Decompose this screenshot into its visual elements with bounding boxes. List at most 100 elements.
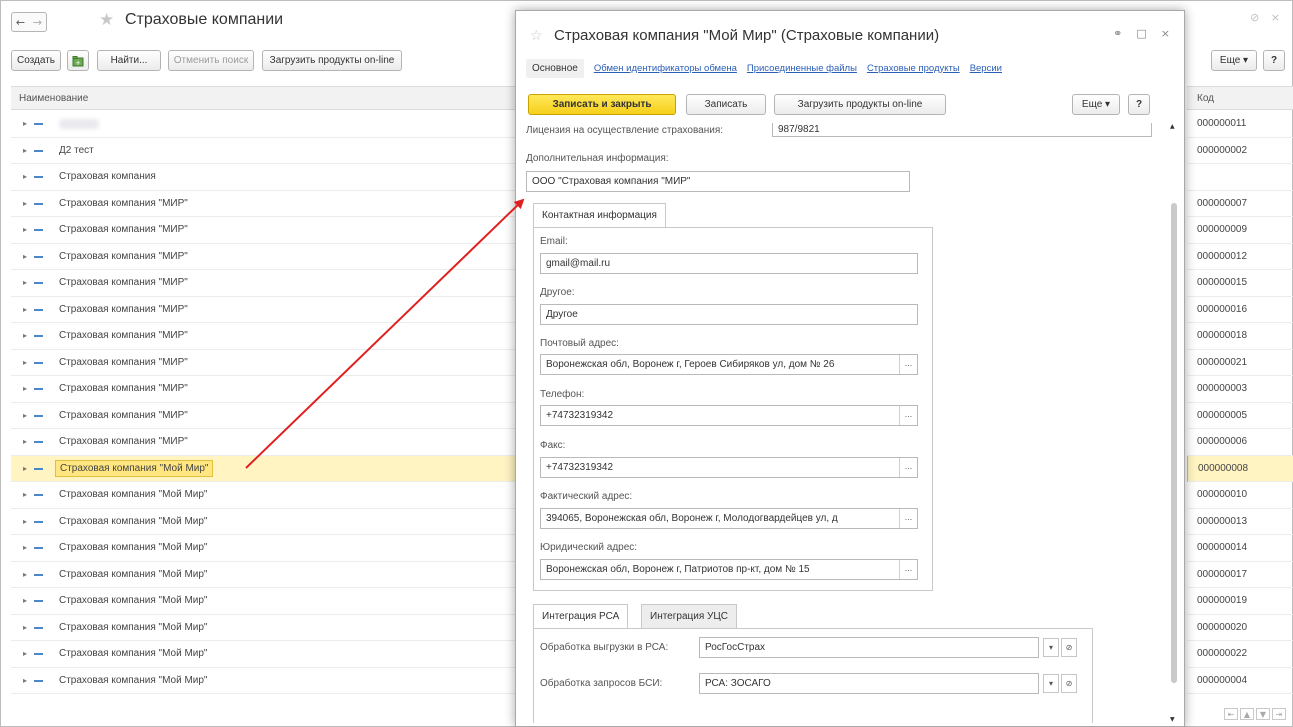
phone-field[interactable]: +74732319342 ... xyxy=(540,405,918,426)
actual-address-field[interactable]: 394065, Воронежская обл, Воронеж г, Моло… xyxy=(540,508,918,529)
other-field[interactable]: Другое xyxy=(540,304,918,325)
tab-insurance-products[interactable]: Страховые продукты xyxy=(867,63,960,74)
find-button[interactable]: Найти... xyxy=(97,50,161,71)
table-row[interactable]: ▸ Страховая компания "МИР" xyxy=(11,403,516,429)
additional-info-field[interactable]: ООО "Страховая компания "МИР" xyxy=(526,171,910,192)
save-and-close-button[interactable]: Записать и закрыть xyxy=(528,94,676,115)
form-scrollbar[interactable]: ▲ ▼ xyxy=(1169,123,1179,723)
expand-arrow-icon[interactable]: ▸ xyxy=(23,623,27,632)
legal-address-field[interactable]: Воронежская обл, Воронеж г, Патриотов пр… xyxy=(540,559,918,580)
table-row[interactable]: ▸ Страховая компания "Мой Мир" xyxy=(11,455,516,482)
scroll-down-icon[interactable]: ▼ xyxy=(1170,716,1175,723)
more-button[interactable]: Еще ▾ xyxy=(1211,50,1257,71)
scroll-first-icon[interactable]: ⇤ xyxy=(1224,708,1238,720)
back-arrow-icon[interactable]: ← xyxy=(16,16,25,29)
expand-arrow-icon[interactable]: ▸ xyxy=(23,305,27,314)
tab-integration-ucs[interactable]: Интеграция УЦС xyxy=(641,604,737,628)
load-products-online-button[interactable]: Загрузить продукты on-line xyxy=(262,50,402,71)
expand-arrow-icon[interactable]: ▸ xyxy=(23,146,27,155)
code-cell[interactable]: 000000013 xyxy=(1187,509,1293,535)
bsi-requests-field[interactable]: РСА: ЗОСАГО xyxy=(699,673,1039,694)
code-cell[interactable] xyxy=(1187,164,1293,191)
load-products-online-button[interactable]: Загрузить продукты on-line xyxy=(774,94,946,115)
expand-arrow-icon[interactable]: ▸ xyxy=(23,252,27,261)
code-cell[interactable]: 000000005 xyxy=(1187,403,1293,429)
table-row[interactable]: ▸ Страховая компания "Мой Мир" xyxy=(11,562,516,588)
code-cell[interactable]: 000000021 xyxy=(1187,350,1293,376)
license-field[interactable]: 987/9821 xyxy=(772,123,1152,137)
expand-arrow-icon[interactable]: ▸ xyxy=(23,384,27,393)
expand-arrow-icon[interactable]: ▸ xyxy=(23,358,27,367)
expand-arrow-icon[interactable]: ▸ xyxy=(23,119,27,128)
code-cell[interactable]: 000000004 xyxy=(1187,668,1293,694)
code-cell[interactable]: 000000006 xyxy=(1187,429,1293,456)
help-button[interactable]: ? xyxy=(1263,50,1285,71)
nav-back-forward[interactable]: ← → xyxy=(11,12,47,32)
cancel-search-button[interactable]: Отменить поиск xyxy=(168,50,254,71)
table-row[interactable]: ▸ Страховая компания "Мой Мир" xyxy=(11,615,516,641)
expand-arrow-icon[interactable]: ▸ xyxy=(23,490,27,499)
table-row[interactable]: ▸ Страховая компания "Мой Мир" xyxy=(11,482,516,509)
table-row[interactable]: ▸ Страховая компания xyxy=(11,164,516,191)
code-cell[interactable]: 000000003 xyxy=(1187,376,1293,403)
code-cell[interactable]: 000000011 xyxy=(1187,111,1293,138)
tab-integration-rsa[interactable]: Интеграция РСА xyxy=(533,604,629,628)
code-cell[interactable]: 000000012 xyxy=(1187,244,1293,270)
code-cell[interactable]: 000000016 xyxy=(1187,297,1293,323)
table-row[interactable]: ▸ Страховая компания "Мой Мир" xyxy=(11,535,516,562)
tab-versions[interactable]: Версии xyxy=(970,63,1002,74)
close-icon[interactable]: × xyxy=(1271,11,1280,24)
help-button[interactable]: ? xyxy=(1128,94,1150,115)
code-column-header[interactable]: Код xyxy=(1187,86,1293,110)
code-cell[interactable]: 000000010 xyxy=(1187,482,1293,509)
expand-arrow-icon[interactable]: ▸ xyxy=(23,517,27,526)
code-cell[interactable]: 000000015 xyxy=(1187,270,1293,297)
table-row[interactable]: ▸ Страховая компания "МИР" xyxy=(11,244,516,270)
expand-arrow-icon[interactable]: ▸ xyxy=(23,225,27,234)
expand-arrow-icon[interactable]: ▸ xyxy=(23,437,27,446)
table-row[interactable]: ▸ Страховая компания "МИР" xyxy=(11,323,516,350)
scroll-down-icon[interactable]: ▼ xyxy=(1256,708,1270,720)
open-link-icon[interactable]: ⊘ xyxy=(1061,674,1077,693)
tab-exchange-ids[interactable]: Обмен идентификаторы обмена xyxy=(594,63,737,74)
legal-address-pick-button[interactable]: ... xyxy=(899,560,917,579)
code-cell[interactable]: 000000002 xyxy=(1187,138,1293,164)
table-row[interactable]: ▸ Страховая компания "Мой Мир" xyxy=(11,588,516,615)
link-icon[interactable]: ⚭ xyxy=(1113,27,1122,40)
expand-arrow-icon[interactable]: ▸ xyxy=(23,464,27,473)
scroll-up-icon[interactable]: ▲ xyxy=(1240,708,1254,720)
table-row[interactable]: ▸ Страховая компания "МИР" xyxy=(11,191,516,217)
more-button[interactable]: Еще ▾ xyxy=(1072,94,1120,115)
open-link-icon[interactable]: ⊘ xyxy=(1061,638,1077,657)
name-column-header[interactable]: Наименование xyxy=(11,86,516,110)
forward-arrow-icon[interactable]: → xyxy=(33,16,42,29)
dropdown-icon[interactable]: ▾ xyxy=(1043,638,1059,657)
expand-arrow-icon[interactable]: ▸ xyxy=(23,676,27,685)
table-row[interactable]: ▸ Д2 тест xyxy=(11,138,516,164)
scrollbar-thumb[interactable] xyxy=(1171,203,1177,683)
expand-arrow-icon[interactable]: ▸ xyxy=(23,331,27,340)
postal-address-field[interactable]: Воронежская обл, Воронеж г, Героев Сибир… xyxy=(540,354,918,375)
table-row[interactable]: ▸ Страховая компания "МИР" xyxy=(11,429,516,456)
tab-attached-files[interactable]: Присоединенные файлы xyxy=(747,63,857,74)
rsa-export-field[interactable]: РосГосСтрах xyxy=(699,637,1039,658)
phone-pick-button[interactable]: ... xyxy=(899,406,917,425)
expand-arrow-icon[interactable]: ▸ xyxy=(23,649,27,658)
code-cell[interactable]: 000000014 xyxy=(1187,535,1293,562)
table-row[interactable]: ▸ Страховая компания "МИР" xyxy=(11,350,516,376)
expand-arrow-icon[interactable]: ▸ xyxy=(23,570,27,579)
expand-arrow-icon[interactable]: ▸ xyxy=(23,411,27,420)
table-row[interactable]: ▸ Страховая компания "МИР" xyxy=(11,376,516,403)
close-icon[interactable]: × xyxy=(1161,27,1170,40)
table-row[interactable]: ▸ Страховая компания "МИР" xyxy=(11,297,516,323)
table-row[interactable]: ▸ Страховая компания "МИР" xyxy=(11,270,516,297)
favorite-star-icon[interactable]: ★ xyxy=(99,10,114,30)
maximize-icon[interactable]: □ xyxy=(1136,27,1146,40)
tab-contact-info[interactable]: Контактная информация xyxy=(533,203,666,227)
tab-main[interactable]: Основное xyxy=(526,58,584,78)
code-cell[interactable]: 000000020 xyxy=(1187,615,1293,641)
table-row[interactable]: ▸ Страховая компания "Мой Мир" xyxy=(11,641,516,668)
expand-arrow-icon[interactable]: ▸ xyxy=(23,596,27,605)
expand-arrow-icon[interactable]: ▸ xyxy=(23,172,27,181)
email-field[interactable]: gmail@mail.ru xyxy=(540,253,918,274)
